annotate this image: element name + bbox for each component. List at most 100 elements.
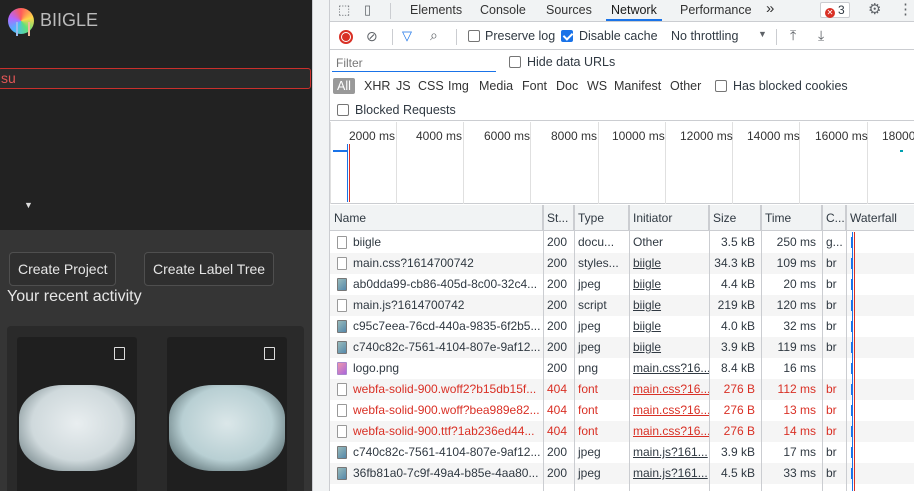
brand-name[interactable]: BIIGLE (40, 10, 98, 31)
tab-network[interactable]: Network (606, 0, 662, 21)
cell-initiator[interactable]: biigle (629, 337, 709, 358)
clear-icon[interactable]: ⊘ (366, 29, 378, 43)
type-filter-other[interactable]: Other (670, 79, 701, 93)
table-row[interactable]: 36fb81a0-7c9f-49a4-b85e-4aa80... 200 jpeg m… (330, 463, 914, 484)
name-value: ab0dda99-cb86-405d-8c00-32c4... (353, 277, 538, 291)
size-value: 276 B (723, 403, 755, 417)
recent-volume-thumbnail[interactable] (167, 337, 287, 491)
cell-time: 13 ms (761, 400, 822, 421)
table-row[interactable]: c740c82c-7561-4104-807e-9af12... 200 jpeg b… (330, 337, 914, 358)
name-value: webfa-solid-900.ttf?1ab236ed44... (353, 424, 535, 438)
tab-console[interactable]: Console (480, 0, 526, 21)
cell-c: br (822, 316, 846, 337)
cell-initiator[interactable]: main.css?16... (629, 400, 709, 421)
table-row[interactable]: biigle 200 docu... Other 3.5 kB 250 ms g... (330, 232, 914, 253)
create-project-button[interactable]: Create Project (9, 252, 117, 286)
table-row[interactable]: c95c7eea-76cd-440a-9835-6f2b5... 200 jpeg b… (330, 316, 914, 337)
column-header-size[interactable]: Size (709, 205, 761, 231)
cell-status: 200 (543, 337, 574, 358)
time-value: 109 ms (776, 256, 816, 270)
size-value: 4.0 kB (720, 319, 755, 333)
tab-elements[interactable]: Elements (410, 0, 462, 21)
chevron-down-icon[interactable]: ▼ (758, 30, 767, 39)
filter-icon[interactable]: ▽ (402, 29, 412, 42)
timeline-tick: 8000 ms (551, 129, 598, 143)
cell-initiator[interactable]: biigle (629, 253, 709, 274)
error-count-badge[interactable]: ✕ 3 (820, 2, 850, 18)
column-divider (846, 205, 847, 491)
cell-time: 20 ms (761, 274, 822, 295)
time-value: 16 ms (783, 361, 816, 375)
network-overview-timeline[interactable]: 2000 ms 4000 ms 6000 ms 8000 ms 10000 ms… (330, 122, 914, 204)
column-header-status[interactable]: St... (543, 205, 574, 231)
cell-name: c740c82c-7561-4104-807e-9af12... (330, 442, 543, 463)
search-icon[interactable]: ⌕ (430, 28, 438, 42)
column-header-type[interactable]: Type (574, 205, 629, 231)
filter-input[interactable] (332, 54, 496, 72)
hide-data-urls-checkbox[interactable] (509, 56, 521, 68)
has-blocked-cookies-checkbox[interactable] (715, 80, 727, 92)
cell-type: jpeg (574, 463, 629, 484)
biigle-logo[interactable] (8, 8, 34, 36)
gear-icon[interactable]: ⚙ (868, 2, 881, 17)
type-filter-manifest[interactable]: Manifest (614, 79, 661, 93)
cell-initiator[interactable]: biigle (629, 295, 709, 316)
cell-type: png (574, 358, 629, 379)
devtools-tabbar: ⬚ ▯ Elements Console Sources Network Per… (330, 0, 914, 22)
status-value: 200 (547, 298, 568, 312)
table-row[interactable]: logo.png 200 png main.css?16... 8.4 kB 16 ms (330, 358, 914, 379)
cell-initiator[interactable]: main.js?161... (629, 463, 709, 484)
tab-sources[interactable]: Sources (546, 0, 592, 21)
import-har-icon[interactable]: ⤒ (790, 28, 796, 42)
recent-volume-thumbnail[interactable] (17, 337, 137, 491)
record-icon[interactable] (339, 30, 353, 44)
more-tabs-button[interactable]: » (766, 0, 774, 21)
cell-initiator[interactable]: biigle (629, 274, 709, 295)
disable-cache-checkbox[interactable] (561, 30, 573, 42)
c-value: br (826, 445, 837, 459)
type-filter-all[interactable]: All (333, 78, 355, 94)
cell-type: font (574, 421, 629, 442)
column-header-time[interactable]: Time (761, 205, 822, 231)
type-filter-xhr[interactable]: XHR (364, 79, 390, 93)
name-value: main.js?1614700742 (353, 298, 465, 312)
tab-performance[interactable]: Performance (680, 0, 752, 21)
kebab-menu-icon[interactable]: ⋮ (898, 2, 913, 17)
cell-type: jpeg (574, 337, 629, 358)
cell-time: 17 ms (761, 442, 822, 463)
table-row[interactable]: main.css?1614700742 200 styles... biigle 34.… (330, 253, 914, 274)
column-header-connection[interactable]: C... (822, 205, 846, 231)
type-filter-doc[interactable]: Doc (556, 79, 578, 93)
export-har-icon[interactable]: ⤓ (818, 28, 824, 42)
table-row[interactable]: main.js?1614700742 200 script biigle 219 kB 1… (330, 295, 914, 316)
table-row[interactable]: c740c82c-7561-4104-807e-9af12... 200 jpeg m… (330, 442, 914, 463)
cell-initiator[interactable]: main.js?161... (629, 442, 709, 463)
cell-initiator[interactable]: main.css?16... (629, 358, 709, 379)
device-toolbar-icon[interactable]: ▯ (364, 3, 371, 16)
type-filter-img[interactable]: Img (448, 79, 469, 93)
inspect-element-icon[interactable]: ⬚ (338, 3, 350, 16)
type-filter-ws[interactable]: WS (587, 79, 607, 93)
search-input[interactable]: su (0, 68, 311, 89)
create-label-tree-button[interactable]: Create Label Tree (144, 252, 275, 286)
table-row[interactable]: webfa-solid-900.ttf?1ab236ed44... 404 font… (330, 421, 914, 442)
table-row[interactable]: webfa-solid-900.woff?bea989e82... 404 font… (330, 400, 914, 421)
table-row[interactable]: ab0dda99-cb86-405d-8c00-32c4... 200 jpeg bi… (330, 274, 914, 295)
column-header-waterfall[interactable]: Waterfall (846, 205, 914, 231)
chevron-down-icon[interactable]: ▼ (24, 200, 33, 210)
cell-initiator[interactable]: main.css?16... (629, 421, 709, 442)
throttling-select[interactable]: No throttling (671, 29, 738, 43)
preserve-log-checkbox[interactable] (468, 30, 480, 42)
type-filter-media[interactable]: Media (479, 79, 513, 93)
column-header-name[interactable]: Name (330, 205, 543, 231)
type-filter-css[interactable]: CSS (418, 79, 444, 93)
type-filter-font[interactable]: Font (522, 79, 547, 93)
cell-initiator[interactable]: main.css?16... (629, 379, 709, 400)
cell-initiator[interactable]: biigle (629, 316, 709, 337)
cell-status: 200 (543, 253, 574, 274)
column-header-initiator[interactable]: Initiator (629, 205, 709, 231)
devtools-splitter[interactable] (312, 0, 330, 491)
blocked-requests-checkbox[interactable] (337, 104, 349, 116)
type-filter-js[interactable]: JS (396, 79, 411, 93)
table-row[interactable]: webfa-solid-900.woff2?b15db15f... 404 font… (330, 379, 914, 400)
